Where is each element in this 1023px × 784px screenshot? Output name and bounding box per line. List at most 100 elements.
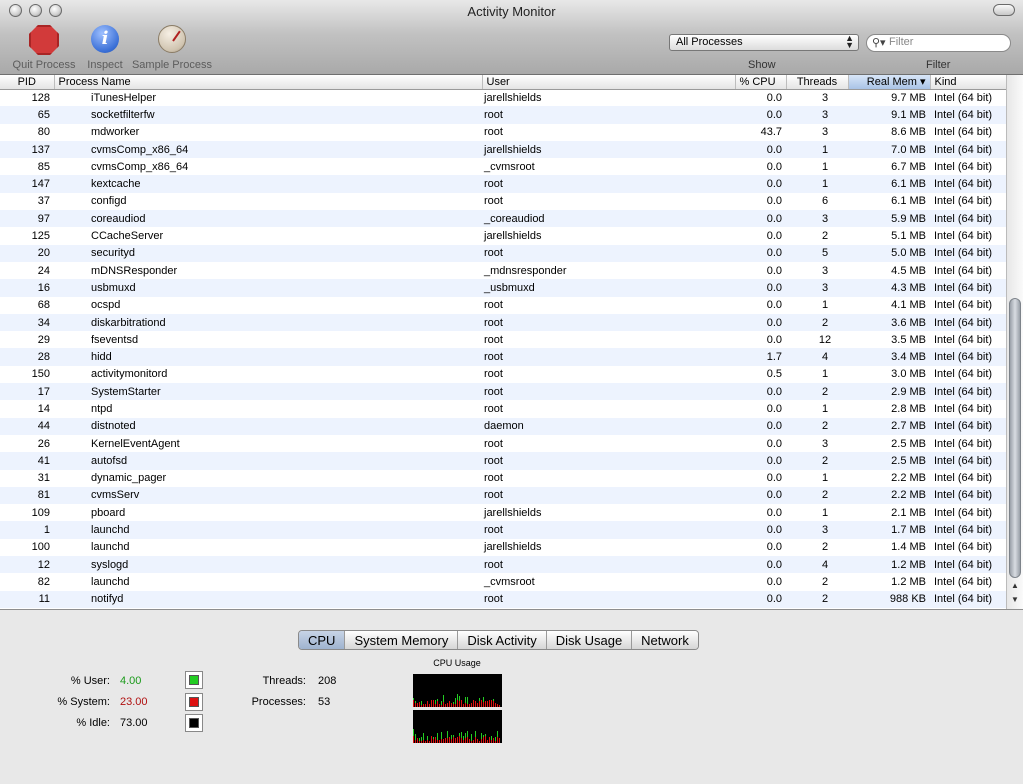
table-row[interactable]: 26 KernelEventAgent root 0.0 3 2.5 MB Intel (6… <box>0 435 1006 452</box>
table-row[interactable]: 97 coreaudiod _coreaudiod 0.0 3 5.9 MB Intel (… <box>0 210 1006 228</box>
table-row[interactable]: 34 diskarbitrationd root 0.0 2 3.6 MB Intel (6… <box>0 313 1006 332</box>
cpu-system-bar <box>495 741 496 743</box>
table-row[interactable]: 147 kextcache root 0.0 1 6.1 MB Intel (64 bit) <box>0 175 1006 193</box>
table-row[interactable]: 31 dynamic_pager root 0.0 1 2.2 MB Intel (64 b… <box>0 470 1006 487</box>
process-name-cell: cvmsComp_x86_64 <box>91 160 189 173</box>
filter-search-field[interactable]: ⚲▾ Filter <box>866 34 1011 52</box>
cpu-system-bar <box>435 704 436 707</box>
cpu-system-bar <box>447 703 448 707</box>
table-row[interactable]: 100 launchd jarellshields 0.0 2 1.4 MB Intel (… <box>0 539 1006 556</box>
table-row[interactable]: 81 cvmsServ root 0.0 2 2.2 MB Intel (64 bit) <box>0 486 1006 505</box>
column-header-pid[interactable]: PID <box>0 75 55 90</box>
column-header-kind[interactable]: Kind <box>930 75 1006 90</box>
cpu-user-bar <box>465 733 466 738</box>
table-row[interactable]: 11 notifyd root 0.0 2 988 KB Intel (64 bit) <box>0 590 1006 608</box>
cpu-user-bar <box>455 698 456 704</box>
real-mem-cell: 2.8 MB <box>891 402 926 415</box>
table-row[interactable]: 82 launchd _cvmsroot 0.0 2 1.2 MB Intel (64 bi… <box>0 573 1006 590</box>
user-cell: _usbmuxd <box>482 279 735 297</box>
scrollbar-thumb[interactable] <box>1009 298 1021 578</box>
cpu-system-bar <box>471 703 472 707</box>
cpu-system-bar <box>421 741 422 743</box>
cpu-user-bar <box>481 733 482 739</box>
table-row[interactable]: 125 CCacheServer jarellshields 0.0 2 5.1 MB In… <box>0 227 1006 244</box>
table-row[interactable]: 150 activitymonitord root 0.5 1 3.0 MB Intel (… <box>0 366 1006 383</box>
cpu-system-bar <box>455 704 456 707</box>
cpu-system-bar <box>449 701 450 707</box>
process-name-cell: CCacheServer <box>91 230 164 243</box>
table-row[interactable]: 85 cvmsComp_x86_64 _cvmsroot 0.0 1 6.7 MB Inte… <box>0 158 1006 175</box>
table-row[interactable]: 1 launchd root 0.0 3 1.7 MB Intel (64 bit) <box>0 521 1006 539</box>
cpu-user-bar <box>463 736 464 740</box>
kind-cell: Intel (64 bit) <box>934 506 993 519</box>
column-header-threads[interactable]: Threads <box>786 75 849 90</box>
table-row[interactable]: 65 socketfilterfw root 0.0 3 9.1 MB Intel (64 … <box>0 106 1006 124</box>
table-row[interactable]: 24 mDNSResponder _mdnsresponder 0.0 3 4.5 MB I… <box>0 262 1006 279</box>
cpu-system-bar <box>461 700 462 707</box>
table-row[interactable]: 137 cvmsComp_x86_64 jarellshields 0.0 1 7.0 M… <box>0 140 1006 159</box>
toolbar-toggle-button[interactable] <box>993 4 1015 16</box>
real-mem-cell: 9.7 MB <box>891 91 926 104</box>
table-row[interactable]: 37 configd root 0.0 6 6.1 MB Intel (64 bit) <box>0 193 1006 210</box>
scroll-up-arrow-icon[interactable]: ▲ <box>1011 581 1019 590</box>
user-cell: _coreaudiod <box>482 210 735 228</box>
cpu-user-bar <box>459 696 460 701</box>
table-row[interactable]: 16 usbmuxd _usbmuxd 0.0 3 4.3 MB Intel (64 bit… <box>0 279 1006 297</box>
user-color-well[interactable] <box>185 671 203 689</box>
tab-system-memory[interactable]: System Memory <box>345 631 459 649</box>
system-color-well[interactable] <box>185 693 203 711</box>
kind-cell: Intel (64 bit) <box>934 195 993 208</box>
quit-process-button[interactable]: Quit Process <box>13 25 75 71</box>
cpu-system-bar <box>469 704 470 707</box>
threads-cell: 3 <box>786 521 848 539</box>
table-row[interactable]: 20 securityd root 0.0 5 5.0 MB Intel (64 bit) <box>0 244 1006 262</box>
tab-disk-usage[interactable]: Disk Usage <box>546 631 633 649</box>
threads-cell: 1 <box>821 368 829 381</box>
tab-cpu[interactable]: CPU <box>299 631 346 649</box>
inspect-button[interactable]: i Inspect <box>87 25 123 71</box>
table-row[interactable]: 68 ocspd root 0.0 1 4.1 MB Intel (64 bit) <box>0 297 1006 314</box>
table-row[interactable]: 28 hidd root 1.7 4 3.4 MB Intel (64 bit) <box>0 348 1006 366</box>
scroll-down-arrow-icon[interactable]: ▼ <box>1011 595 1019 604</box>
threads-cell: 2 <box>821 575 829 588</box>
tab-network[interactable]: Network <box>632 631 698 649</box>
user-cell: root <box>484 195 503 208</box>
column-header-real-mem[interactable]: Real Mem ▾ <box>848 75 931 90</box>
sample-process-button[interactable]: Sample Process <box>132 25 212 71</box>
cpu-cell: 0.0 <box>766 402 782 415</box>
column-header-cpu[interactable]: % CPU <box>735 75 787 90</box>
user-cell: jarellshields <box>484 506 542 519</box>
vertical-scrollbar[interactable]: ▲ ▼ <box>1006 75 1023 609</box>
tab-disk-activity[interactable]: Disk Activity <box>458 631 547 649</box>
table-row[interactable]: 109 pboard jarellshields 0.0 1 2.1 MB Intel (6… <box>0 504 1006 521</box>
column-header-user[interactable]: User <box>482 75 736 90</box>
show-processes-select[interactable]: All Processes ▲ ▼ <box>669 34 859 51</box>
table-row[interactable]: 29 fseventsd root 0.0 12 3.5 MB Intel (64 bit) <box>0 331 1006 348</box>
real-mem-cell: 5.0 MB <box>848 244 930 262</box>
user-cell: _cvmsroot <box>484 575 535 588</box>
cpu-cell: 0.0 <box>766 472 782 485</box>
table-row[interactable]: 17 SystemStarter root 0.0 2 2.9 MB Intel (64 b… <box>0 383 1006 401</box>
cpu-user-bar <box>441 701 442 705</box>
cpu-cell: 0.0 <box>735 486 786 505</box>
kind-cell: Intel (64 bit) <box>930 590 1006 608</box>
pid-cell: 80 <box>37 126 50 139</box>
table-row[interactable]: 41 autofsd root 0.0 2 2.5 MB Intel (64 bit) <box>0 452 1006 470</box>
pid-cell: 37 <box>37 195 50 208</box>
kind-cell: Intel (64 bit) <box>930 279 1006 297</box>
process-name-cell: socketfilterfw <box>54 106 482 124</box>
cpu-system-bar <box>465 738 466 743</box>
table-row[interactable]: 12 syslogd root 0.0 4 1.2 MB Intel (64 bit) <box>0 556 1006 574</box>
table-row[interactable]: 44 distnoted daemon 0.0 2 2.7 MB Intel (64 bit… <box>0 417 1006 435</box>
user-cell: root <box>484 437 503 450</box>
table-row[interactable]: 14 ntpd root 0.0 1 2.8 MB Intel (64 bit) <box>0 400 1006 417</box>
kind-cell: Intel (64 bit) <box>934 402 993 415</box>
cpu-system-bar <box>439 740 440 743</box>
table-row[interactable]: 80 mdworker root 43.7 3 8.6 MB Intel (64 bit) <box>0 124 1006 141</box>
idle-color-well[interactable] <box>185 714 203 732</box>
cpu-cell: 0.0 <box>735 452 786 470</box>
column-header-process-name[interactable]: Process Name <box>54 75 483 90</box>
table-row[interactable]: 128 iTunesHelper jarellshields 0.0 3 9.7 MB In… <box>0 89 1006 106</box>
threads-cell: 12 <box>818 333 832 346</box>
kind-cell: Intel (64 bit) <box>930 486 1006 505</box>
